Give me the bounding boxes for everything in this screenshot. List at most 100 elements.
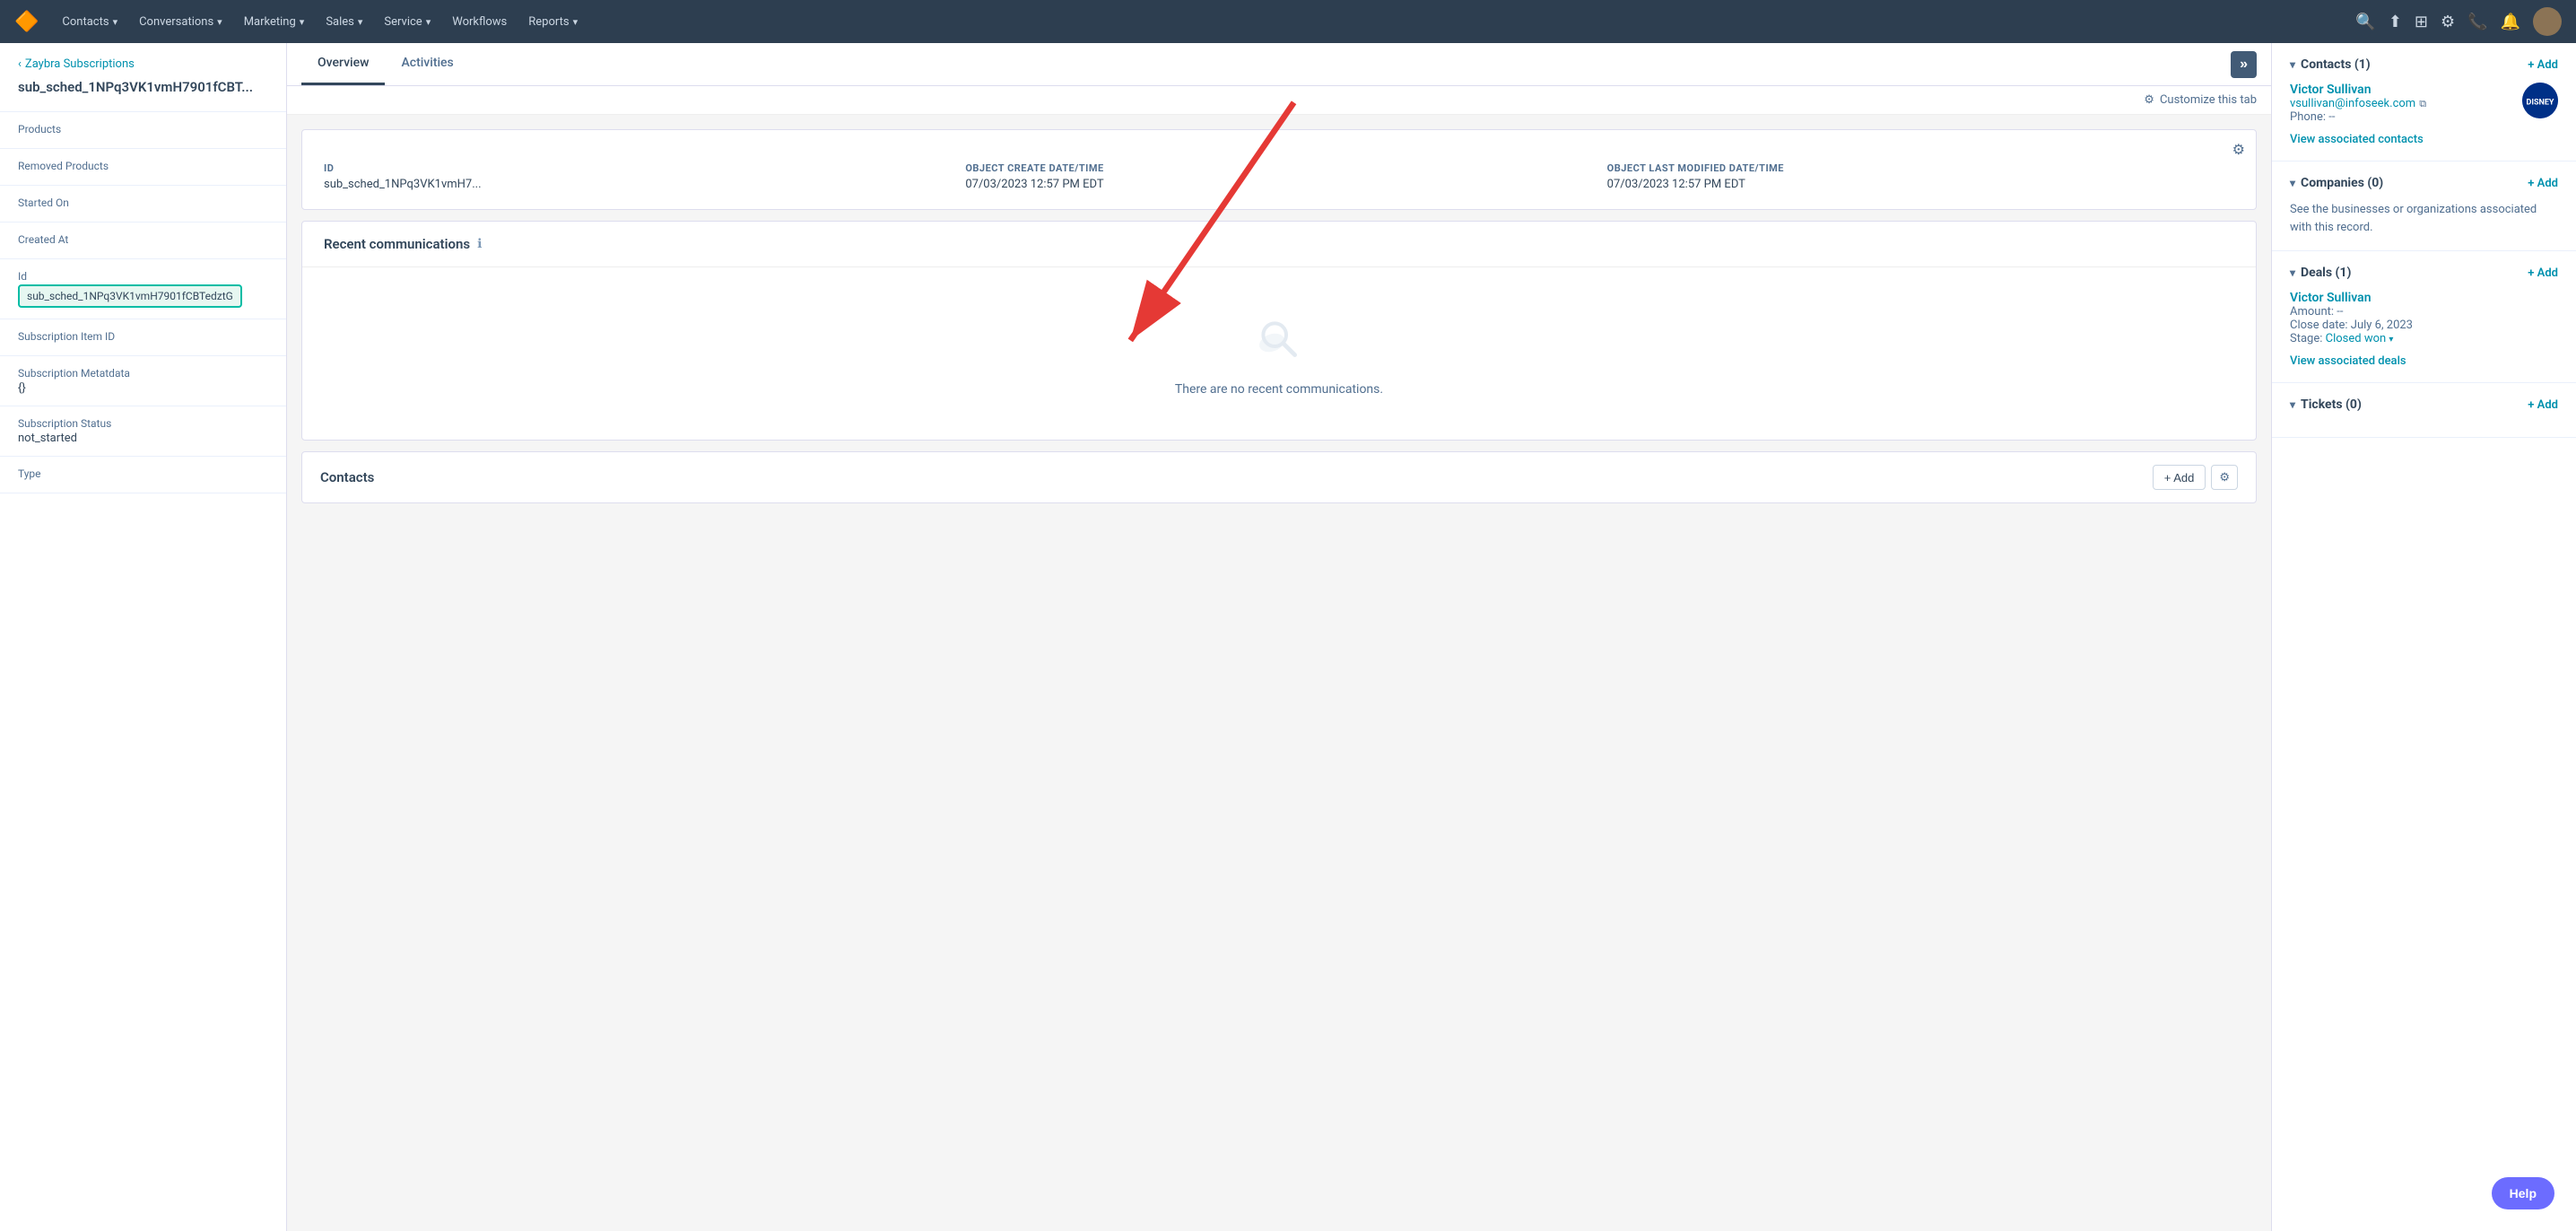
- companies-description: See the businesses or organizations asso…: [2290, 201, 2558, 236]
- contacts-collapse-icon[interactable]: ▾: [2290, 58, 2295, 71]
- expand-tabs-button[interactable]: »: [2231, 51, 2257, 78]
- info-col-id-label: ID: [324, 162, 951, 174]
- recent-comms-title: Recent communications: [324, 236, 470, 252]
- prop-label-type: Type: [18, 467, 268, 480]
- phone-icon[interactable]: 📞: [2467, 13, 2487, 31]
- center-content: Overview Activities » ⚙ Customize this t…: [287, 43, 2271, 1231]
- nav-reports[interactable]: Reports ▾: [519, 10, 587, 34]
- sidebar-prop-id: Id sub_sched_1NPq3VK1vmH7901fCBTedztG: [0, 259, 286, 319]
- nav-conversations[interactable]: Conversations ▾: [130, 10, 231, 34]
- info-table: ID sub_sched_1NPq3VK1vmH7... OBJECT CREA…: [324, 162, 2234, 191]
- prop-value-id: sub_sched_1NPq3VK1vmH7901fCBTedztG: [18, 284, 242, 308]
- nav-service[interactable]: Service ▾: [375, 10, 439, 34]
- nav-workflows[interactable]: Workflows: [443, 10, 516, 34]
- right-companies-section: ▾ Companies (0) + Add See the businesses…: [2272, 162, 2576, 251]
- right-companies-header: ▾ Companies (0) + Add: [2290, 176, 2558, 190]
- tabs-bar: Overview Activities »: [287, 43, 2271, 86]
- contacts-card: Contacts + Add ⚙: [301, 451, 2257, 503]
- tab-overview[interactable]: Overview: [301, 43, 385, 85]
- contacts-add-button[interactable]: + Add: [2153, 465, 2206, 490]
- contacts-add-link[interactable]: + Add: [2528, 58, 2558, 72]
- customize-tab-label: Customize this tab: [2160, 93, 2257, 107]
- prop-label-started-on: Started On: [18, 196, 268, 209]
- info-card-gear-icon[interactable]: ⚙: [2232, 141, 2245, 158]
- back-link[interactable]: ‹ Zaybra Subscriptions: [18, 57, 268, 71]
- notifications-icon[interactable]: 🔔: [2501, 13, 2520, 31]
- contact-avatar: DISNEY: [2522, 83, 2558, 118]
- tab-activities[interactable]: Activities: [385, 43, 469, 85]
- hubspot-logo[interactable]: 🔶: [14, 11, 39, 33]
- view-deals-link[interactable]: View associated deals: [2290, 354, 2558, 368]
- prop-label-subscription-item-id: Subscription Item ID: [18, 330, 268, 343]
- deal-name[interactable]: Victor Sullivan: [2290, 291, 2558, 305]
- prop-label-subscription-status: Subscription Status: [18, 417, 268, 430]
- info-col-modified-value: 07/03/2023 12:57 PM EDT: [1607, 178, 2234, 191]
- deal-amount: Amount: --: [2290, 305, 2558, 319]
- tickets-add-link[interactable]: + Add: [2528, 398, 2558, 412]
- deal-card: Victor Sullivan Amount: -- Close date: J…: [2290, 291, 2558, 345]
- info-col-modified-date: OBJECT LAST MODIFIED DATE/TIME 07/03/202…: [1607, 162, 2234, 191]
- recent-comms-info-icon[interactable]: ℹ: [477, 237, 482, 251]
- user-avatar[interactable]: [2533, 7, 2562, 36]
- sidebar-prop-subscription-item-id: Subscription Item ID: [0, 319, 286, 356]
- sidebar-header: ‹ Zaybra Subscriptions sub_sched_1NPq3VK…: [0, 43, 286, 112]
- info-col-create-label: OBJECT CREATE DATE/TIME: [965, 162, 1592, 174]
- svg-text:DISNEY: DISNEY: [2526, 99, 2554, 108]
- sidebar-prop-started-on: Started On: [0, 186, 286, 223]
- back-chevron-icon: ‹: [18, 57, 22, 71]
- companies-collapse-icon[interactable]: ▾: [2290, 177, 2295, 189]
- prop-value-subscription-status: not_started: [18, 432, 268, 445]
- prop-label-removed-products: Removed Products: [18, 160, 268, 172]
- tickets-collapse-icon[interactable]: ▾: [2290, 398, 2295, 411]
- deals-collapse-icon[interactable]: ▾: [2290, 266, 2295, 279]
- right-companies-title: ▾ Companies (0): [2290, 176, 2383, 190]
- info-col-id: ID sub_sched_1NPq3VK1vmH7...: [324, 162, 951, 191]
- disney-logo: DISNEY: [2522, 83, 2558, 118]
- nav-marketing[interactable]: Marketing ▾: [235, 10, 314, 34]
- deal-stage-value[interactable]: Closed won ▾: [2326, 332, 2394, 345]
- sidebar-prop-subscription-metadata: Subscription Metatdata {}: [0, 356, 286, 406]
- prop-label-created-at: Created At: [18, 233, 268, 246]
- nav-sales[interactable]: Sales ▾: [317, 10, 371, 34]
- right-tickets-section: ▾ Tickets (0) + Add: [2272, 383, 2576, 438]
- view-contacts-link[interactable]: View associated contacts: [2290, 133, 2558, 146]
- top-navigation: 🔶 Contacts ▾ Conversations ▾ Marketing ▾…: [0, 0, 2576, 43]
- left-sidebar: ‹ Zaybra Subscriptions sub_sched_1NPq3VK…: [0, 43, 287, 1231]
- info-col-create-value: 07/03/2023 12:57 PM EDT: [965, 178, 1592, 191]
- deal-stage-dropdown-icon[interactable]: ▾: [2389, 335, 2393, 345]
- copy-email-icon[interactable]: ⧉: [2419, 98, 2426, 110]
- sidebar-prop-removed-products: Removed Products: [0, 149, 286, 186]
- search-icon[interactable]: 🔍: [2355, 13, 2375, 31]
- sidebar-prop-subscription-status: Subscription Status not_started: [0, 406, 286, 457]
- companies-add-link[interactable]: + Add: [2528, 177, 2558, 190]
- marketplace-icon[interactable]: ⊞: [2415, 13, 2428, 31]
- prop-label-subscription-metadata: Subscription Metatdata: [18, 367, 268, 380]
- contact-info: Victor Sullivan vsullivan@infoseek.com ⧉…: [2290, 83, 2522, 124]
- upgrade-icon[interactable]: ⬆: [2389, 13, 2402, 31]
- sidebar-prop-type: Type: [0, 457, 286, 493]
- right-deals-header: ▾ Deals (1) + Add: [2290, 266, 2558, 280]
- recent-communications-card: Recent communications ℹ There are no rec…: [301, 221, 2257, 441]
- right-deals-title: ▾ Deals (1): [2290, 266, 2351, 280]
- contact-card: Victor Sullivan vsullivan@infoseek.com ⧉…: [2290, 83, 2558, 124]
- nav-contacts[interactable]: Contacts ▾: [53, 10, 126, 34]
- contact-email[interactable]: vsullivan@infoseek.com ⧉: [2290, 97, 2522, 110]
- deal-close-date: Close date: July 6, 2023: [2290, 319, 2558, 332]
- settings-icon[interactable]: ⚙: [2441, 13, 2455, 31]
- customize-tab-link[interactable]: ⚙ Customize this tab: [2144, 93, 2257, 107]
- gear-customize-icon: ⚙: [2144, 93, 2154, 107]
- sidebar-prop-created-at: Created At: [0, 223, 286, 259]
- right-tickets-header: ▾ Tickets (0) + Add: [2290, 397, 2558, 412]
- back-link-label[interactable]: Zaybra Subscriptions: [25, 57, 135, 71]
- contacts-gear-button[interactable]: ⚙: [2211, 465, 2238, 490]
- help-button[interactable]: Help: [2492, 1177, 2554, 1209]
- prop-label-products: Products: [18, 123, 268, 135]
- deal-stage-row: Stage: Closed won ▾: [2290, 332, 2558, 345]
- recent-comms-header: Recent communications ℹ: [302, 222, 2256, 267]
- main-layout: ‹ Zaybra Subscriptions sub_sched_1NPq3VK…: [0, 43, 2576, 1231]
- prop-value-subscription-metadata: {}: [18, 381, 268, 395]
- contact-name[interactable]: Victor Sullivan: [2290, 83, 2522, 97]
- prop-label-id: Id: [18, 270, 268, 283]
- deals-add-link[interactable]: + Add: [2528, 266, 2558, 280]
- right-deals-section: ▾ Deals (1) + Add Victor Sullivan Amount…: [2272, 251, 2576, 383]
